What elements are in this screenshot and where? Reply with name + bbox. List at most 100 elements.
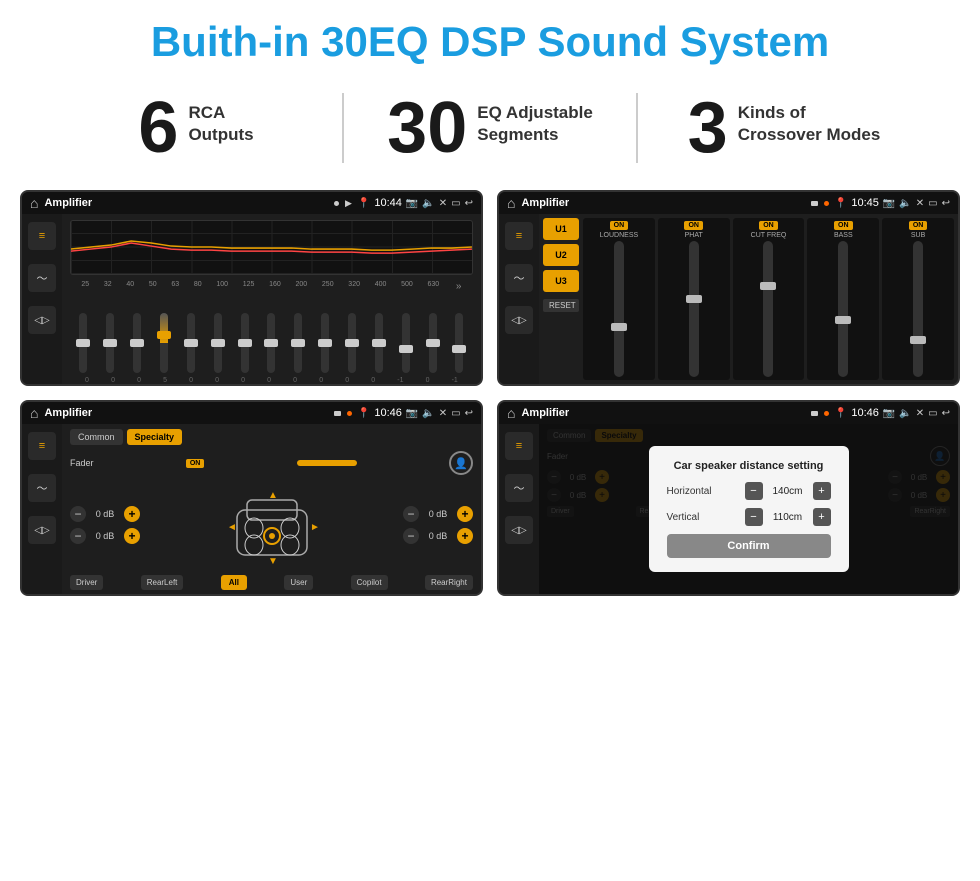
preset-u1[interactable]: U1 xyxy=(543,218,579,240)
db-plus-tl[interactable]: + xyxy=(124,506,140,522)
amp2-reset-btn[interactable]: RESET xyxy=(543,299,579,312)
sidebar-vol-btn-4[interactable]: ◁▷ xyxy=(505,516,533,544)
sidebar-eq-btn-3[interactable]: ≡ xyxy=(28,432,56,460)
freq-630: 630 xyxy=(427,281,439,292)
preset-u3[interactable]: U3 xyxy=(543,270,579,292)
tab-common[interactable]: Common xyxy=(70,429,123,445)
fader-toggle[interactable]: ON xyxy=(186,459,205,468)
copilot-btn[interactable]: Copilot xyxy=(351,575,388,590)
cutfreq-slider[interactable] xyxy=(763,241,773,377)
screen-amp2: ⌂ Amplifier 📍 10:45 📷 🔈 ✕ ▭ ↩ ≡ 〜 xyxy=(497,190,960,386)
freq-200: 200 xyxy=(296,281,308,292)
rearleft-btn[interactable]: RearLeft xyxy=(141,575,184,590)
eq-slider-4[interactable] xyxy=(160,313,168,373)
sidebar-eq-btn[interactable]: ≡ xyxy=(28,222,56,250)
freq-50: 50 xyxy=(149,281,157,292)
sidebar-wave-btn-2[interactable]: 〜 xyxy=(505,264,533,292)
svg-text:►: ► xyxy=(310,522,320,533)
spec-bottom-row: Driver RearLeft All User Copilot RearRig… xyxy=(70,575,473,590)
sub-toggle[interactable]: ON xyxy=(909,221,928,230)
camera-icon-2: 📷 xyxy=(883,198,895,209)
sidebar-eq-btn-4[interactable]: ≡ xyxy=(505,432,533,460)
home-icon-3[interactable]: ⌂ xyxy=(30,405,38,421)
status-dot-4 xyxy=(824,411,829,416)
home-icon-2[interactable]: ⌂ xyxy=(507,195,515,211)
back-icon-3[interactable]: ↩ xyxy=(465,408,473,419)
loudness-toggle[interactable]: ON xyxy=(610,221,629,230)
location-icon-3: 📍 xyxy=(358,408,370,419)
back-icon-1[interactable]: ↩ xyxy=(465,198,473,209)
dialog-vertical-minus[interactable]: − xyxy=(745,508,763,526)
loudness-slider[interactable] xyxy=(614,241,624,377)
cutfreq-toggle[interactable]: ON xyxy=(759,221,778,230)
dialog-horizontal-plus[interactable]: + xyxy=(813,482,831,500)
freq-320: 320 xyxy=(348,281,360,292)
status-dot-3 xyxy=(347,411,352,416)
amp2-presets: U1 U2 U3 RESET xyxy=(543,218,579,380)
sidebar-vol-btn-2[interactable]: ◁▷ xyxy=(505,306,533,334)
fader-track[interactable] xyxy=(297,460,357,466)
rearright-btn[interactable]: RearRight xyxy=(425,575,473,590)
all-btn[interactable]: All xyxy=(221,575,247,590)
bass-toggle[interactable]: ON xyxy=(834,221,853,230)
driver-btn[interactable]: Driver xyxy=(70,575,103,590)
freq-400: 400 xyxy=(375,281,387,292)
phat-toggle[interactable]: ON xyxy=(684,221,703,230)
sidebar-wave-btn[interactable]: 〜 xyxy=(28,264,56,292)
db-minus-br[interactable]: − xyxy=(403,528,419,544)
camera-icon-3: 📷 xyxy=(406,408,418,419)
tab-specialty[interactable]: Specialty xyxy=(127,429,183,445)
rect-icon-4: ▭ xyxy=(928,408,937,419)
confirm-button[interactable]: Confirm xyxy=(667,534,831,558)
spec-right-controls: − 0 dB + − 0 dB + xyxy=(403,506,473,544)
eq-graph xyxy=(70,220,473,275)
sub-slider[interactable] xyxy=(913,241,923,377)
dialog-vertical-plus[interactable]: + xyxy=(813,508,831,526)
fader-label: Fader xyxy=(70,458,94,468)
eq-slider-14 xyxy=(429,313,437,373)
status-title-1: Amplifier xyxy=(44,197,327,209)
amp2-main: U1 U2 U3 RESET ON LOUDNESS xyxy=(539,214,958,384)
sidebar-wave-btn-4[interactable]: 〜 xyxy=(505,474,533,502)
db-minus-bl[interactable]: − xyxy=(70,528,86,544)
status-icons-2: 📍 10:45 📷 🔈 ✕ ▭ ↩ xyxy=(835,197,950,209)
db-plus-bl[interactable]: + xyxy=(124,528,140,544)
camera-icon-4: 📷 xyxy=(883,408,895,419)
dialog-vertical-label: Vertical xyxy=(667,512,700,523)
status-time-2: 10:45 xyxy=(851,197,879,209)
db-plus-br[interactable]: + xyxy=(457,528,473,544)
stat-divider-1 xyxy=(342,93,344,163)
db-minus-tl[interactable]: − xyxy=(70,506,86,522)
svg-text:▲: ▲ xyxy=(268,490,278,501)
back-icon-4[interactable]: ↩ xyxy=(942,408,950,419)
bass-slider[interactable] xyxy=(838,241,848,377)
rect-icon-2: ▭ xyxy=(928,198,937,209)
cutfreq-label: CUT FREQ xyxy=(751,232,787,239)
volume-icon-3: 🔈 xyxy=(422,408,434,419)
status-sq-2 xyxy=(811,201,818,206)
sidebar-eq-btn-2[interactable]: ≡ xyxy=(505,222,533,250)
sidebar-vol-btn[interactable]: ◁▷ xyxy=(28,306,56,334)
freq-80: 80 xyxy=(194,281,202,292)
db-plus-tr[interactable]: + xyxy=(457,506,473,522)
back-icon-2[interactable]: ↩ xyxy=(942,198,950,209)
sidebar-wave-btn-3[interactable]: 〜 xyxy=(28,474,56,502)
home-icon-4[interactable]: ⌂ xyxy=(507,405,515,421)
eq-slider-1 xyxy=(79,313,87,373)
preset-u2[interactable]: U2 xyxy=(543,244,579,266)
dialog-horizontal-value: 140cm xyxy=(768,486,808,497)
dialog-horizontal-minus[interactable]: − xyxy=(745,482,763,500)
home-icon-1[interactable]: ⌂ xyxy=(30,195,38,211)
sidebar-vol-btn-3[interactable]: ◁▷ xyxy=(28,516,56,544)
eq-freq-labels: 25 32 40 50 63 80 100 125 160 200 250 32… xyxy=(70,279,473,294)
db-minus-tr[interactable]: − xyxy=(403,506,419,522)
dialog-vertical-row: Vertical − 110cm + xyxy=(667,508,831,526)
dialog-vertical-value: 110cm xyxy=(768,512,808,523)
freq-100: 100 xyxy=(216,281,228,292)
stat-crossover: 3 Kinds of Crossover Modes xyxy=(648,92,920,164)
eq-slider-13 xyxy=(402,313,410,373)
stat-label-eq-1: EQ Adjustable xyxy=(477,102,593,124)
stat-eq: 30 EQ Adjustable Segments xyxy=(354,92,626,164)
phat-slider[interactable] xyxy=(689,241,699,377)
user-btn[interactable]: User xyxy=(284,575,313,590)
